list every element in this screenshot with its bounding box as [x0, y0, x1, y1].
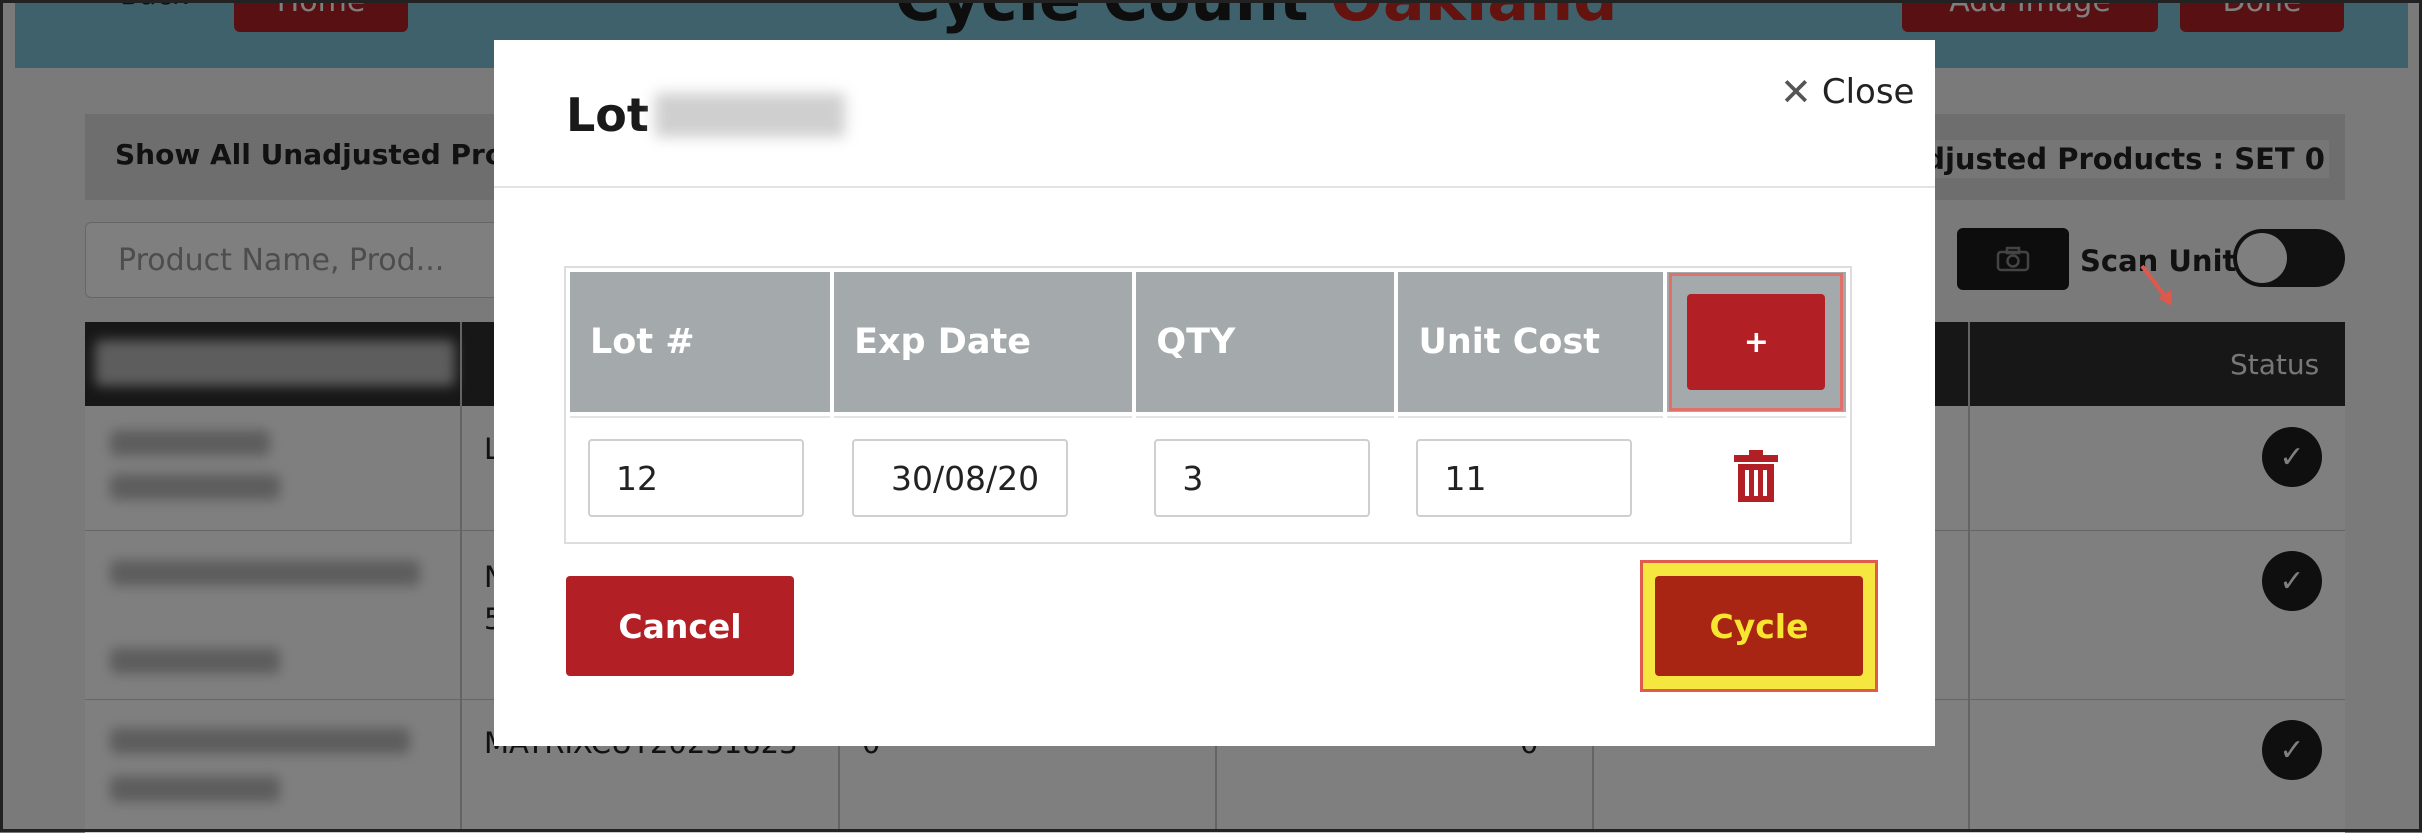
qty-input[interactable]: 3: [1154, 439, 1371, 517]
lot-modal: Lot ✕ Close Lot # Exp Date QTY Unit Cost…: [494, 40, 2172, 746]
column-header-unit-cost: Unit Cost: [1398, 272, 1663, 412]
exp-date-input[interactable]: 30/08/20: [852, 439, 1069, 517]
add-cell: +: [1666, 272, 1846, 412]
exp-cell: 30/08/20: [834, 416, 1133, 538]
cycle-button[interactable]: Cycle: [1655, 576, 1863, 676]
lot-row: 12 30/08/20 3 11: [570, 416, 1846, 538]
unit-cost-input[interactable]: 11: [1416, 439, 1633, 517]
close-label: Close: [1821, 72, 1915, 112]
qty-cell: 3: [1136, 416, 1395, 538]
add-button-highlight: +: [1669, 273, 1844, 411]
add-lot-button[interactable]: +: [1687, 294, 1826, 390]
cost-cell: 11: [1398, 416, 1663, 538]
modal-title-text: Lot: [566, 88, 649, 142]
lot-cell: 12: [570, 416, 831, 538]
modal-title: Lot: [566, 88, 845, 142]
cancel-button[interactable]: Cancel: [566, 576, 794, 676]
delete-cell: [1666, 416, 1846, 538]
modal-header: Lot ✕ Close: [494, 40, 1935, 188]
lot-number-input[interactable]: 12: [588, 439, 804, 517]
column-header-qty: QTY: [1136, 272, 1395, 412]
trash-icon[interactable]: [1733, 450, 1778, 502]
close-button[interactable]: ✕ Close: [1780, 70, 1914, 114]
annotation-arrow-icon: [2140, 264, 2172, 306]
lot-table-header-row: Lot # Exp Date QTY Unit Cost +: [570, 272, 1846, 412]
column-header-exp-date: Exp Date: [834, 272, 1133, 412]
blurred-lot-number: [654, 93, 845, 137]
column-header-lot: Lot #: [570, 272, 831, 412]
cycle-button-highlight: Cycle: [1640, 560, 1878, 692]
lot-table: Lot # Exp Date QTY Unit Cost + 12 30/08/…: [564, 266, 1852, 544]
close-icon: ✕: [1780, 70, 1812, 114]
